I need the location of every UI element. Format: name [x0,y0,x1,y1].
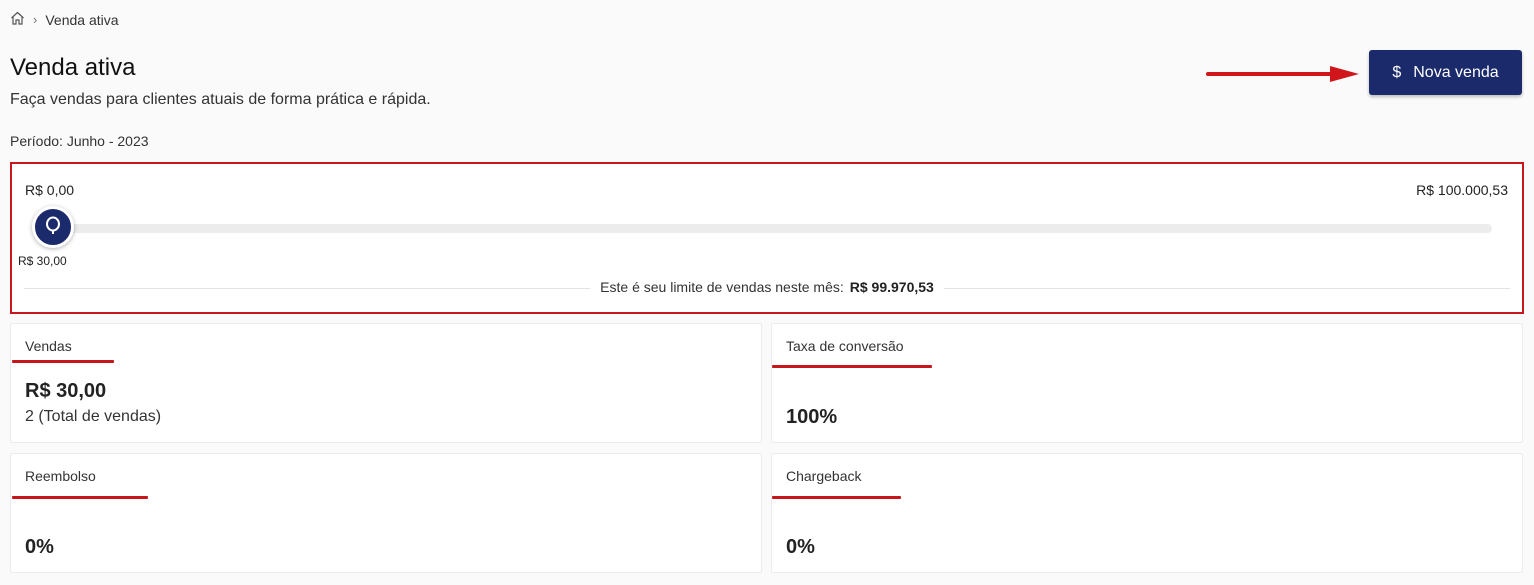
dollar-icon: $ [1392,63,1402,81]
sales-stat-underline [12,360,114,363]
conversion-stat-value: 100% [786,406,838,428]
sales-stat-card: Vendas R$ 30,00 2 (Total de vendas) [10,323,762,443]
refund-stat-value: 0% [25,536,54,558]
limit-remaining-value: R$ 99.970,53 [849,279,934,295]
chargeback-stat-value: 0% [786,536,815,558]
page-subtitle: Faça vendas para clientes atuais de form… [10,91,431,108]
refund-stat-label: Reembolso [25,468,96,484]
limit-info-text: Este é seu limite de vendas neste mês: [600,279,844,295]
sales-limit-slider-thumb[interactable] [32,206,74,248]
home-icon[interactable] [10,11,25,28]
page-title: Venda ativa [10,54,136,81]
q-logo-icon [44,215,62,240]
conversion-stat-underline [772,365,932,368]
conversion-stat-card: Taxa de conversão 100% [771,323,1523,443]
new-sale-label: Nova venda [1413,63,1499,81]
conversion-stat-label: Taxa de conversão [786,338,904,354]
sales-stat-label: Vendas [25,338,72,354]
range-min-value: R$ 0,00 [25,182,75,198]
chargeback-stat-label: Chargeback [786,468,862,484]
limit-info: Este é seu limite de vendas neste mês: R$… [12,279,1522,295]
breadcrumb: › Venda ativa [10,11,119,28]
sales-limit-card: R$ 0,00 R$ 100.000,53 R$ 30,00 Este é se… [10,162,1524,314]
breadcrumb-current: Venda ativa [45,11,119,28]
chargeback-stat-underline [772,496,901,499]
range-max-value: R$ 100.000,53 [1416,182,1508,198]
sales-stat-count: 2 (Total de vendas) [25,408,162,425]
refund-stat-card: Reembolso 0% [10,453,762,573]
refund-stat-underline [12,496,148,499]
sales-limit-slider-track[interactable] [50,224,1492,233]
new-sale-button[interactable]: $ Nova venda [1369,50,1522,95]
current-sales-value: R$ 30,00 [18,254,67,268]
chevron-right-icon: › [33,12,38,27]
sales-stat-value: R$ 30,00 [25,380,107,402]
arrow-right-icon [1206,66,1359,82]
chargeback-stat-card: Chargeback 0% [771,453,1523,573]
period-label: Período: Junho - 2023 [10,133,149,149]
